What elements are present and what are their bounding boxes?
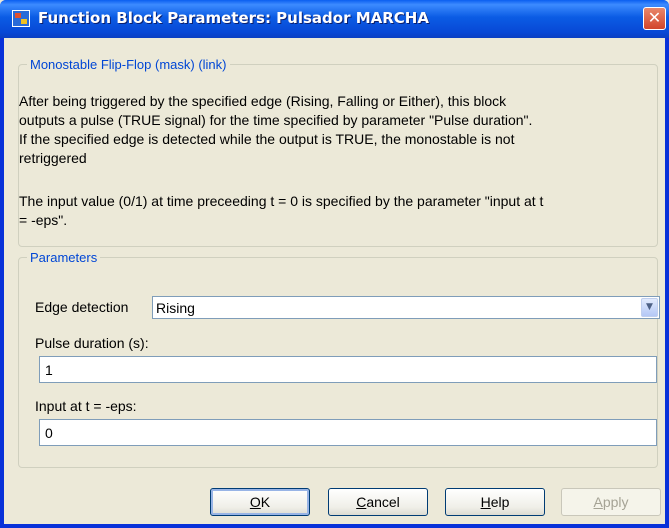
pulse-duration-value: 1	[45, 362, 53, 378]
input-at-eps-field[interactable]: 0	[39, 419, 657, 446]
description-line: After being triggered by the specified e…	[19, 93, 507, 109]
input-at-eps-value: 0	[45, 425, 53, 441]
edge-detection-label: Edge detection	[35, 299, 129, 315]
pulse-duration-field[interactable]: 1	[39, 356, 657, 383]
ok-mnemonic: O	[249, 494, 261, 510]
ok-label: K	[260, 494, 271, 510]
description-line: = -eps".	[19, 212, 68, 228]
apply-button: Apply	[561, 488, 661, 516]
cancel-label: ancel	[366, 494, 400, 510]
description-line: If the specified edge is detected while …	[19, 131, 515, 147]
parameters-legend: Parameters	[30, 250, 98, 265]
ok-button[interactable]: OK	[210, 488, 310, 516]
edge-detection-select[interactable]: Rising ▼	[152, 296, 660, 319]
description-legend: Monostable Flip-Flop (mask) (link)	[30, 57, 227, 72]
pulse-duration-label: Pulse duration (s):	[35, 335, 149, 351]
description-paragraph-1: After being triggered by the specified e…	[19, 92, 649, 168]
description-line: retriggered	[19, 150, 87, 166]
description-line: outputs a pulse (TRUE signal) for the ti…	[19, 112, 533, 128]
close-button[interactable]: ✕	[643, 7, 666, 30]
window-title: Function Block Parameters: Pulsador MARC…	[38, 9, 429, 27]
input-at-eps-label: Input at t = -eps:	[35, 398, 137, 414]
cancel-mnemonic: C	[356, 494, 367, 510]
help-label: elp	[490, 494, 510, 510]
chevron-down-icon[interactable]: ▼	[641, 298, 658, 317]
description-paragraph-2: The input value (0/1) at time preceeding…	[19, 192, 649, 230]
description-line: The input value (0/1) at time preceeding…	[19, 193, 544, 209]
close-icon: ✕	[647, 8, 662, 27]
title-bar[interactable]: Function Block Parameters: Pulsador MARC…	[0, 0, 669, 38]
apply-mnemonic: A	[593, 494, 603, 510]
help-button[interactable]: Help	[445, 488, 545, 516]
cancel-button[interactable]: Cancel	[328, 488, 428, 516]
simulink-block-icon	[12, 10, 30, 27]
help-mnemonic: H	[480, 494, 491, 510]
dialog-window: Function Block Parameters: Pulsador MARC…	[0, 0, 669, 528]
apply-label: pply	[602, 494, 629, 510]
edge-detection-value: Rising	[156, 300, 195, 316]
